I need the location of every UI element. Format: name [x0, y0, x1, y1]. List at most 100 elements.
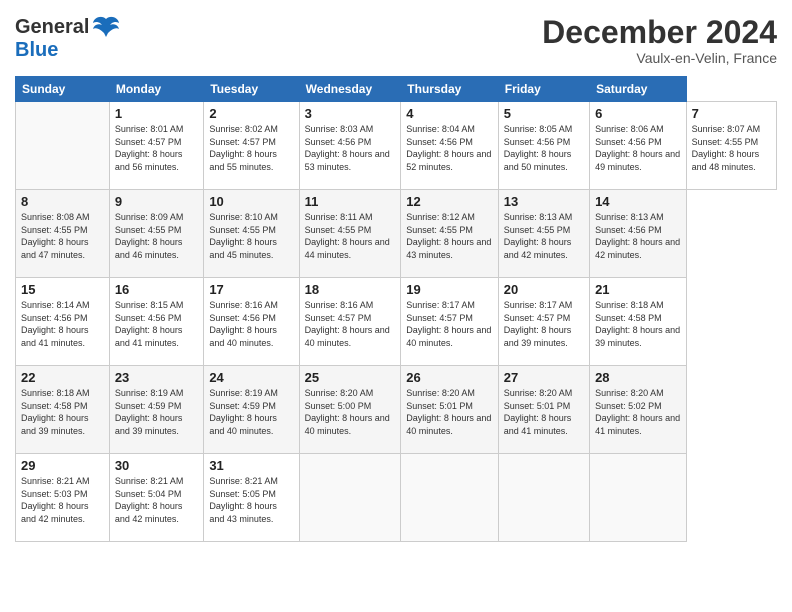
- sunrise-text: Sunrise: 8:06 AM: [595, 123, 681, 136]
- calendar-cell: 8 Sunrise: 8:08 AM Sunset: 4:55 PM Dayli…: [16, 190, 110, 278]
- calendar-header-row: Sunday Monday Tuesday Wednesday Thursday…: [16, 77, 777, 102]
- header-saturday: Saturday: [590, 77, 687, 102]
- calendar-cell: [299, 454, 401, 542]
- calendar-cell: 25 Sunrise: 8:20 AM Sunset: 5:00 PM Dayl…: [299, 366, 401, 454]
- day-info: Sunrise: 8:21 AM Sunset: 5:03 PM Dayligh…: [21, 475, 104, 525]
- calendar-cell: 19 Sunrise: 8:17 AM Sunset: 4:57 PM Dayl…: [401, 278, 498, 366]
- day-info: Sunrise: 8:09 AM Sunset: 4:55 PM Dayligh…: [115, 211, 199, 261]
- calendar-cell: 2 Sunrise: 8:02 AM Sunset: 4:57 PM Dayli…: [204, 102, 299, 190]
- daylight-text: Daylight: 8 hours and 39 minutes.: [115, 412, 199, 437]
- calendar-cell: 4 Sunrise: 8:04 AM Sunset: 4:56 PM Dayli…: [401, 102, 498, 190]
- sunset-text: Sunset: 4:58 PM: [595, 312, 681, 325]
- calendar-cell: 22 Sunrise: 8:18 AM Sunset: 4:58 PM Dayl…: [16, 366, 110, 454]
- sunrise-text: Sunrise: 8:11 AM: [305, 211, 396, 224]
- sunset-text: Sunset: 4:57 PM: [406, 312, 492, 325]
- sunrise-text: Sunrise: 8:21 AM: [209, 475, 293, 488]
- day-number: 14: [595, 194, 681, 209]
- calendar-table: Sunday Monday Tuesday Wednesday Thursday…: [15, 76, 777, 542]
- sunrise-text: Sunrise: 8:09 AM: [115, 211, 199, 224]
- day-number: 4: [406, 106, 492, 121]
- calendar-cell: 12 Sunrise: 8:12 AM Sunset: 4:55 PM Dayl…: [401, 190, 498, 278]
- day-info: Sunrise: 8:07 AM Sunset: 4:55 PM Dayligh…: [692, 123, 771, 173]
- sunset-text: Sunset: 4:55 PM: [209, 224, 293, 237]
- day-number: 3: [305, 106, 396, 121]
- day-number: 28: [595, 370, 681, 385]
- month-title: December 2024: [542, 15, 777, 50]
- daylight-text: Daylight: 8 hours and 42 minutes.: [115, 500, 199, 525]
- daylight-text: Daylight: 8 hours and 41 minutes.: [21, 324, 104, 349]
- day-info: Sunrise: 8:21 AM Sunset: 5:05 PM Dayligh…: [209, 475, 293, 525]
- day-info: Sunrise: 8:18 AM Sunset: 4:58 PM Dayligh…: [21, 387, 104, 437]
- daylight-text: Daylight: 8 hours and 48 minutes.: [692, 148, 771, 173]
- sunset-text: Sunset: 4:55 PM: [692, 136, 771, 149]
- daylight-text: Daylight: 8 hours and 40 minutes.: [305, 324, 396, 349]
- logo: General Blue: [15, 15, 120, 62]
- calendar-cell: 18 Sunrise: 8:16 AM Sunset: 4:57 PM Dayl…: [299, 278, 401, 366]
- calendar-cell: [16, 102, 110, 190]
- sunrise-text: Sunrise: 8:17 AM: [406, 299, 492, 312]
- calendar-cell: [498, 454, 589, 542]
- calendar-cell: 21 Sunrise: 8:18 AM Sunset: 4:58 PM Dayl…: [590, 278, 687, 366]
- sunrise-text: Sunrise: 8:12 AM: [406, 211, 492, 224]
- day-number: 2: [209, 106, 293, 121]
- daylight-text: Daylight: 8 hours and 53 minutes.: [305, 148, 396, 173]
- calendar-cell: 14 Sunrise: 8:13 AM Sunset: 4:56 PM Dayl…: [590, 190, 687, 278]
- header-wednesday: Wednesday: [299, 77, 401, 102]
- daylight-text: Daylight: 8 hours and 47 minutes.: [21, 236, 104, 261]
- daylight-text: Daylight: 8 hours and 40 minutes.: [406, 412, 492, 437]
- day-info: Sunrise: 8:10 AM Sunset: 4:55 PM Dayligh…: [209, 211, 293, 261]
- sunset-text: Sunset: 4:56 PM: [305, 136, 396, 149]
- calendar-cell: [401, 454, 498, 542]
- day-number: 11: [305, 194, 396, 209]
- day-number: 21: [595, 282, 681, 297]
- sunrise-text: Sunrise: 8:05 AM: [504, 123, 584, 136]
- sunrise-text: Sunrise: 8:14 AM: [21, 299, 104, 312]
- sunrise-text: Sunrise: 8:08 AM: [21, 211, 104, 224]
- sunset-text: Sunset: 4:57 PM: [209, 136, 293, 149]
- daylight-text: Daylight: 8 hours and 49 minutes.: [595, 148, 681, 173]
- day-info: Sunrise: 8:01 AM Sunset: 4:57 PM Dayligh…: [115, 123, 199, 173]
- sunset-text: Sunset: 4:56 PM: [595, 136, 681, 149]
- day-info: Sunrise: 8:20 AM Sunset: 5:02 PM Dayligh…: [595, 387, 681, 437]
- daylight-text: Daylight: 8 hours and 46 minutes.: [115, 236, 199, 261]
- day-info: Sunrise: 8:08 AM Sunset: 4:55 PM Dayligh…: [21, 211, 104, 261]
- day-info: Sunrise: 8:20 AM Sunset: 5:01 PM Dayligh…: [406, 387, 492, 437]
- calendar-cell: 1 Sunrise: 8:01 AM Sunset: 4:57 PM Dayli…: [109, 102, 204, 190]
- calendar-cell: 30 Sunrise: 8:21 AM Sunset: 5:04 PM Dayl…: [109, 454, 204, 542]
- calendar-cell: 27 Sunrise: 8:20 AM Sunset: 5:01 PM Dayl…: [498, 366, 589, 454]
- sunset-text: Sunset: 4:56 PM: [209, 312, 293, 325]
- sunrise-text: Sunrise: 8:20 AM: [595, 387, 681, 400]
- sunrise-text: Sunrise: 8:20 AM: [504, 387, 584, 400]
- day-info: Sunrise: 8:19 AM Sunset: 4:59 PM Dayligh…: [209, 387, 293, 437]
- day-number: 29: [21, 458, 104, 473]
- sunset-text: Sunset: 5:00 PM: [305, 400, 396, 413]
- page-container: General Blue December 2024 Vaulx-en-Veli…: [0, 0, 792, 552]
- calendar-cell: 26 Sunrise: 8:20 AM Sunset: 5:01 PM Dayl…: [401, 366, 498, 454]
- day-number: 30: [115, 458, 199, 473]
- daylight-text: Daylight: 8 hours and 50 minutes.: [504, 148, 584, 173]
- calendar-week-row: 8 Sunrise: 8:08 AM Sunset: 4:55 PM Dayli…: [16, 190, 777, 278]
- calendar-week-row: 1 Sunrise: 8:01 AM Sunset: 4:57 PM Dayli…: [16, 102, 777, 190]
- calendar-cell: 23 Sunrise: 8:19 AM Sunset: 4:59 PM Dayl…: [109, 366, 204, 454]
- sunrise-text: Sunrise: 8:21 AM: [115, 475, 199, 488]
- day-info: Sunrise: 8:17 AM Sunset: 4:57 PM Dayligh…: [406, 299, 492, 349]
- logo-bird-icon: [92, 15, 120, 39]
- sunrise-text: Sunrise: 8:07 AM: [692, 123, 771, 136]
- daylight-text: Daylight: 8 hours and 56 minutes.: [115, 148, 199, 173]
- day-info: Sunrise: 8:17 AM Sunset: 4:57 PM Dayligh…: [504, 299, 584, 349]
- day-number: 6: [595, 106, 681, 121]
- sunset-text: Sunset: 4:55 PM: [305, 224, 396, 237]
- title-section: December 2024 Vaulx-en-Velin, France: [542, 15, 777, 66]
- daylight-text: Daylight: 8 hours and 44 minutes.: [305, 236, 396, 261]
- daylight-text: Daylight: 8 hours and 41 minutes.: [504, 412, 584, 437]
- calendar-cell: 9 Sunrise: 8:09 AM Sunset: 4:55 PM Dayli…: [109, 190, 204, 278]
- day-number: 10: [209, 194, 293, 209]
- sunset-text: Sunset: 4:55 PM: [504, 224, 584, 237]
- sunrise-text: Sunrise: 8:18 AM: [21, 387, 104, 400]
- calendar-cell: 15 Sunrise: 8:14 AM Sunset: 4:56 PM Dayl…: [16, 278, 110, 366]
- sunrise-text: Sunrise: 8:18 AM: [595, 299, 681, 312]
- sunrise-text: Sunrise: 8:10 AM: [209, 211, 293, 224]
- sunset-text: Sunset: 4:56 PM: [595, 224, 681, 237]
- sunrise-text: Sunrise: 8:16 AM: [209, 299, 293, 312]
- header-monday: Monday: [109, 77, 204, 102]
